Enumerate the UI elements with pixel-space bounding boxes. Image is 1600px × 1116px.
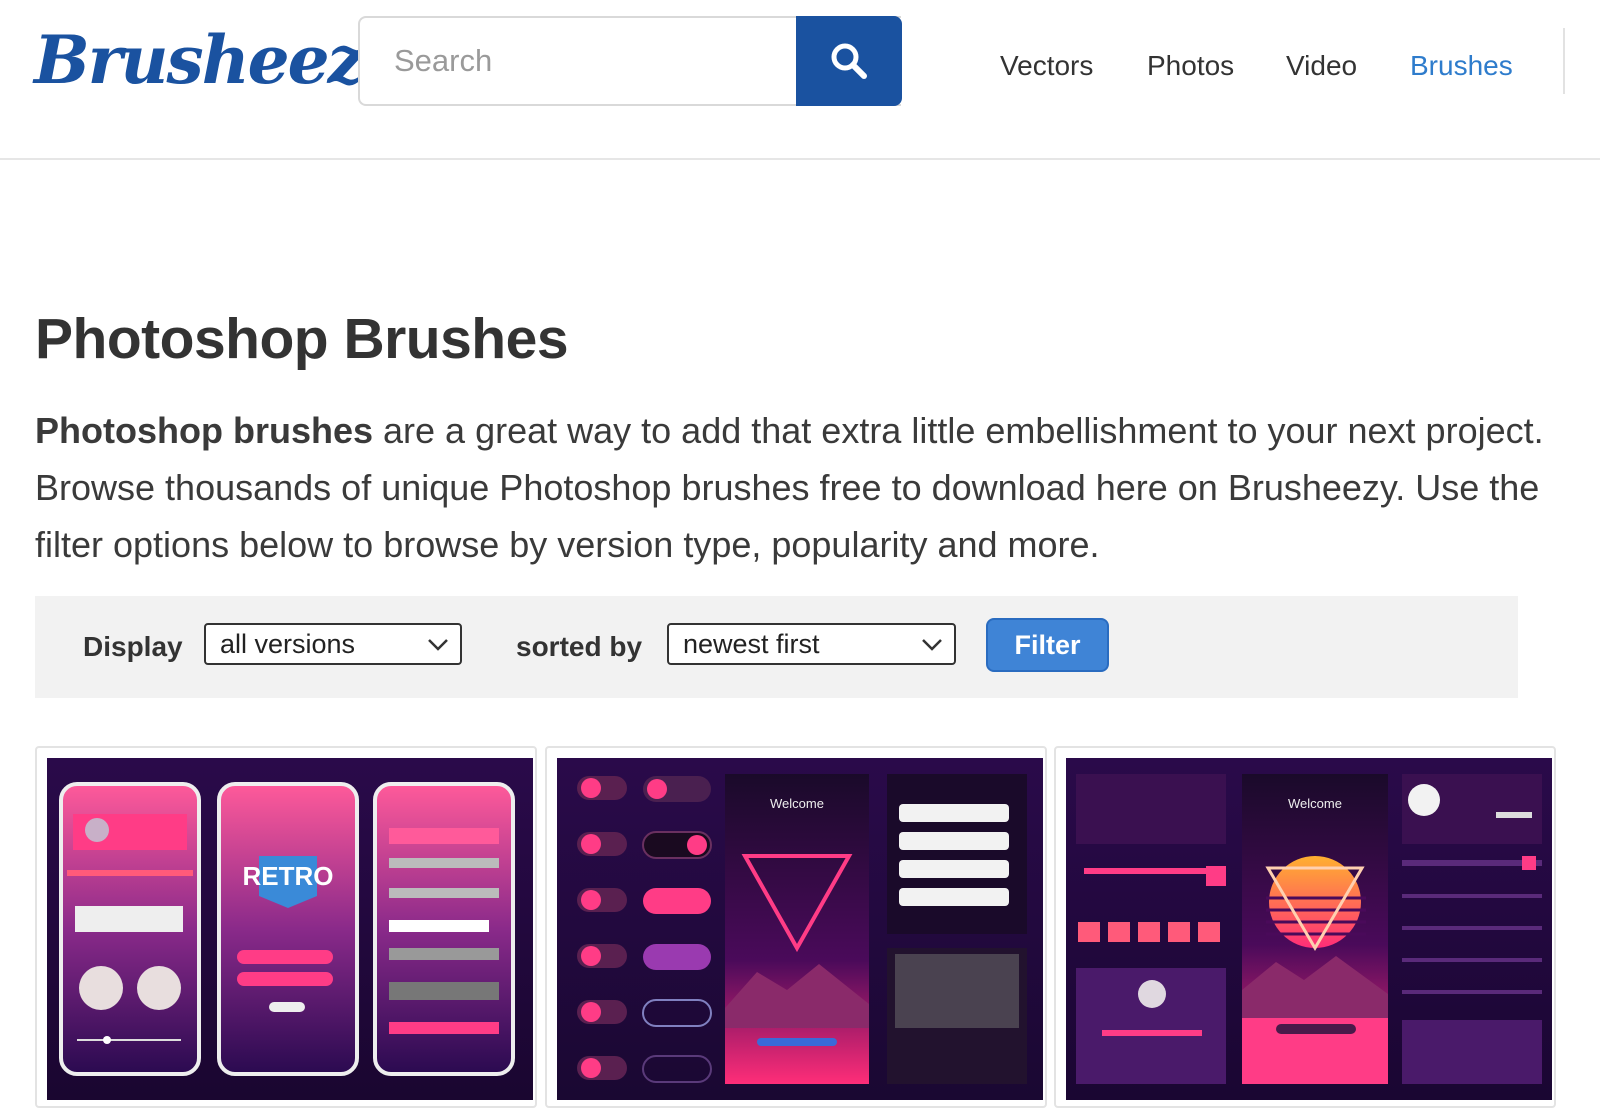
sort-select[interactable]: newest first [667, 623, 956, 665]
sort-select-value: newest first [683, 629, 820, 659]
brush-card[interactable]: RETRO [35, 746, 537, 1108]
page-title: Photoshop Brushes [35, 307, 569, 371]
brusheezy-logo[interactable]: Brusheezy [34, 18, 401, 102]
retro-ui-preview: RETRO [47, 758, 533, 1100]
brush-thumbnail[interactable]: Welcome [1066, 758, 1552, 1100]
display-select-value: all versions [220, 629, 356, 659]
retro-text: RETRO [243, 861, 334, 891]
chevron-down-icon [428, 639, 448, 651]
site-header: Brusheezy Vectors Photos Video Brushes [0, 0, 1600, 160]
chevron-down-icon [922, 639, 942, 651]
brush-card[interactable]: Welcome [545, 746, 1047, 1108]
search-icon [831, 43, 867, 79]
filter-bar: Display all versions sorted by newest fi… [35, 596, 1518, 698]
brush-card[interactable]: Welcome [1054, 746, 1556, 1108]
nav-brushes[interactable]: Brushes [1410, 44, 1513, 88]
synthwave-ui-preview: Welcome [557, 758, 1043, 1100]
display-label: Display [83, 631, 183, 662]
display-select[interactable]: all versions [204, 623, 462, 665]
nav-divider [1563, 28, 1565, 94]
retro-sunset-ui-preview: Welcome [1066, 758, 1552, 1100]
brush-thumbnail[interactable]: Welcome [557, 758, 1043, 1100]
nav-video[interactable]: Video [1286, 44, 1357, 88]
brush-thumbnail[interactable]: RETRO [47, 758, 533, 1100]
intro-bold: Photoshop brushes [35, 410, 374, 451]
welcome-text: Welcome [770, 796, 824, 811]
intro-paragraph: Photoshop brushes are a great way to add… [35, 402, 1570, 573]
nav-vectors[interactable]: Vectors [1000, 44, 1093, 88]
welcome-text: Welcome [1288, 796, 1342, 811]
sort-label: sorted by [516, 631, 643, 662]
search-button[interactable] [796, 16, 902, 106]
nav-photos[interactable]: Photos [1147, 44, 1234, 88]
filter-button[interactable]: Filter [986, 618, 1109, 672]
